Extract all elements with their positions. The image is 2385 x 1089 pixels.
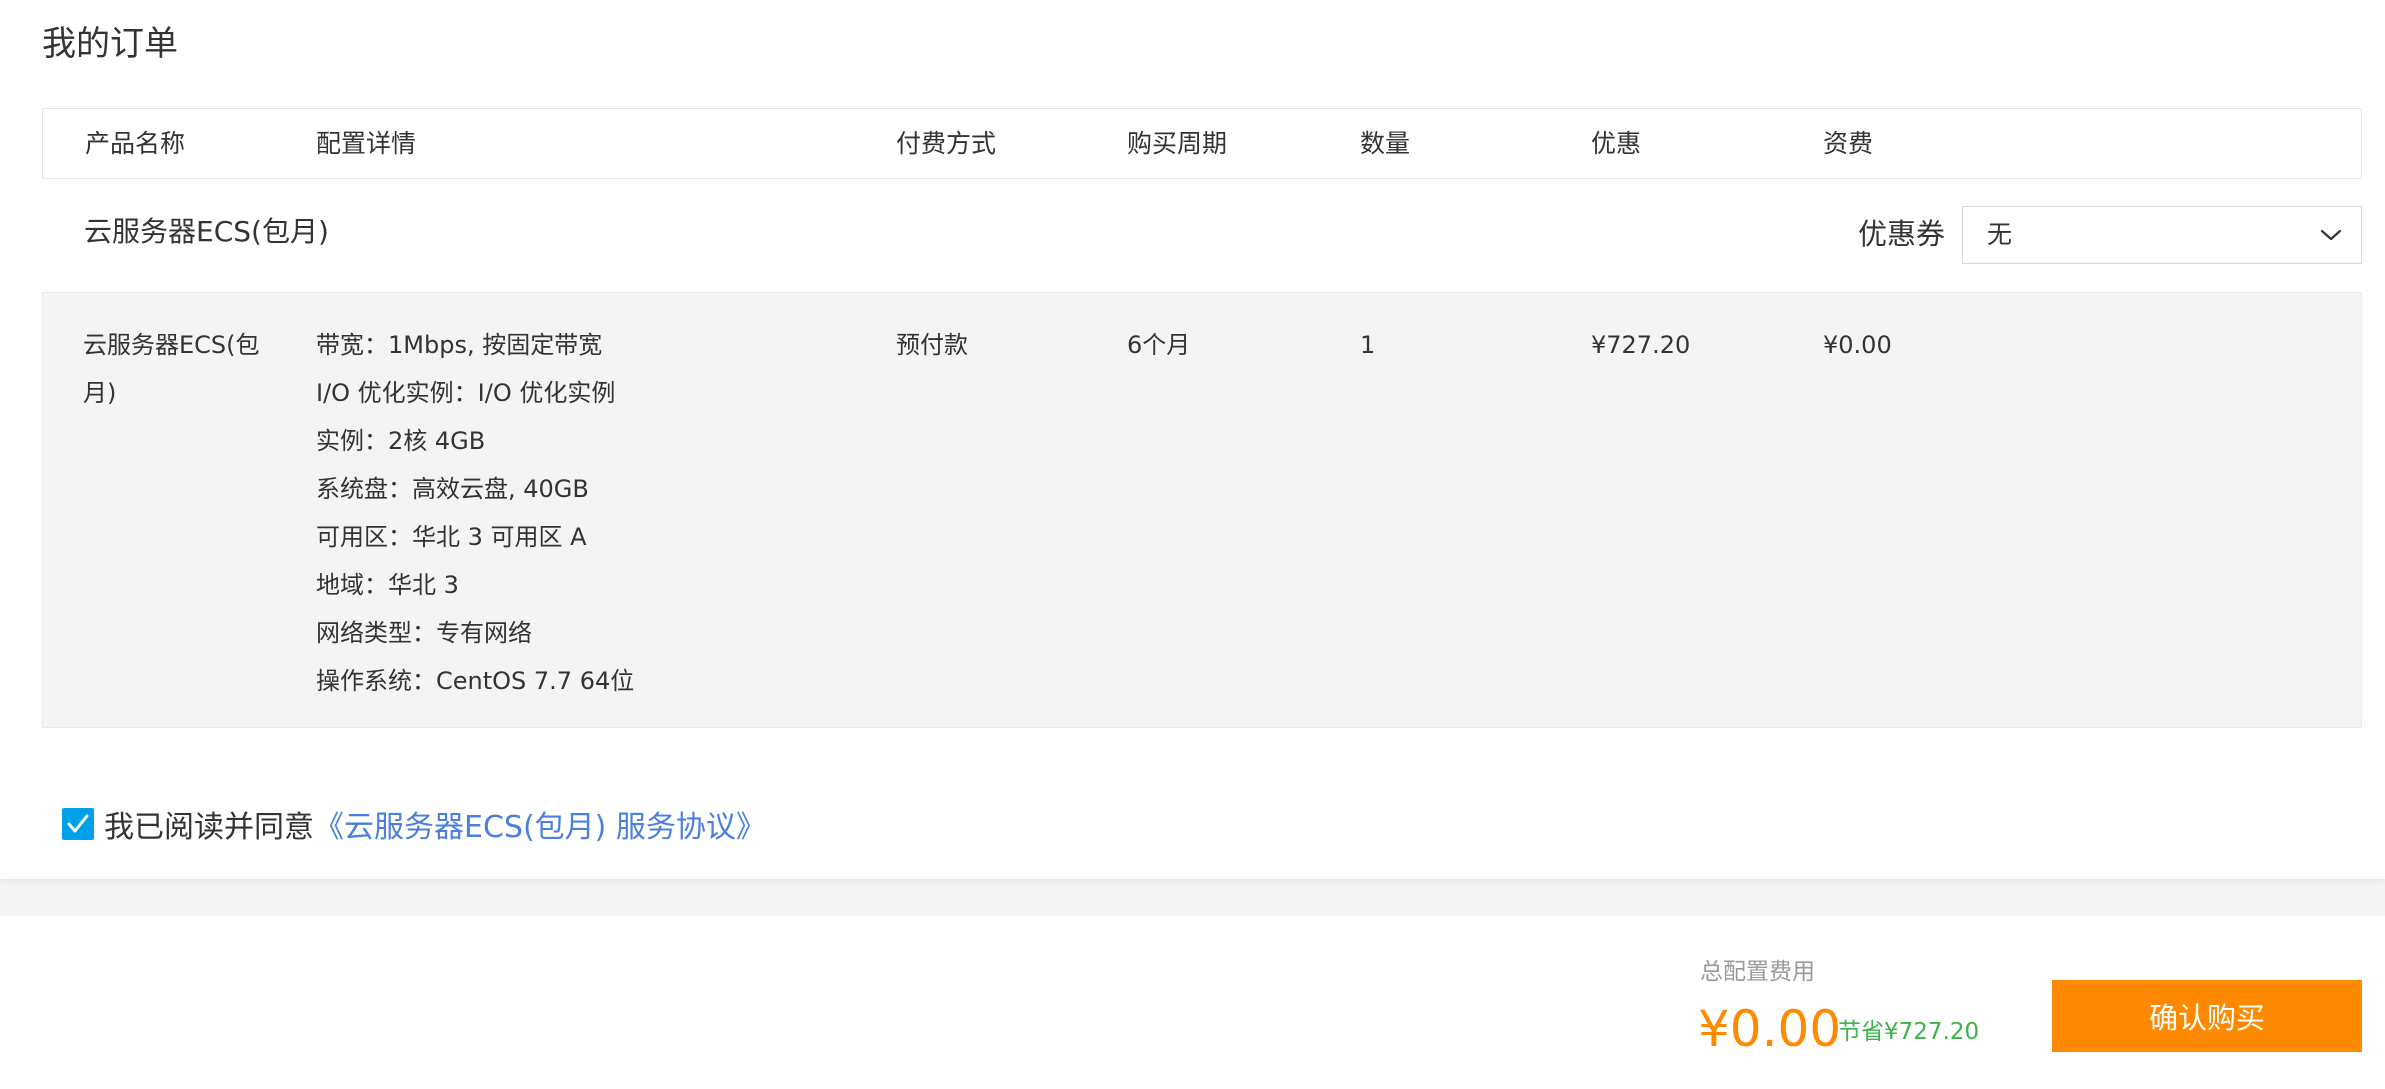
header-payment: 付费方式 <box>896 129 997 158</box>
header-discount: 优惠 <box>1591 129 1642 158</box>
chevron-down-icon <box>2320 229 2342 241</box>
product-group-name: 云服务器ECS(包月) <box>84 215 329 248</box>
total-price: ¥0.00 <box>1698 1000 1842 1058</box>
service-agreement-link[interactable]: 《云服务器ECS(包月) 服务协议》 <box>314 802 766 846</box>
product-group: 云服务器ECS(包月) 优惠券 无 <box>42 196 2362 292</box>
coupon-selected-value: 无 <box>1987 220 2013 249</box>
config-bandwidth: 带宽：1Mbps, 按固定带宽 <box>316 331 603 359</box>
total-label: 总配置费用 <box>1700 959 1815 985</box>
checkout-footer: 总配置费用 ¥0.00 节省¥727.20 确认购买 <box>0 916 2385 1089</box>
config-io-optimized: I/O 优化实例：I/O 优化实例 <box>316 379 616 407</box>
savings-text: 节省¥727.20 <box>1838 1019 1980 1045</box>
config-system-disk: 系统盘：高效云盘, 40GB <box>316 475 589 503</box>
header-product-name: 产品名称 <box>85 129 186 158</box>
config-os: 操作系统：CentOS 7.7 64位 <box>316 667 635 695</box>
row-fee: ¥0.00 <box>1823 331 1892 359</box>
config-network-type: 网络类型：专有网络 <box>316 619 532 647</box>
agreement-text: 我已阅读并同意 <box>104 810 314 845</box>
row-period: 6个月 <box>1127 331 1191 359</box>
order-card: 我的订单 产品名称 配置详情 付费方式 购买周期 数量 优惠 资费 云服务器EC… <box>0 0 2385 879</box>
config-instance: 实例：2核 4GB <box>316 427 486 455</box>
row-product-name: 云服务器ECS(包月) <box>83 331 260 407</box>
table-row: 云服务器ECS(包月) 带宽：1Mbps, 按固定带宽 I/O 优化实例：I/O… <box>42 292 2362 728</box>
page-title: 我的订单 <box>42 24 178 64</box>
row-payment: 预付款 <box>896 331 968 359</box>
confirm-purchase-button[interactable]: 确认购买 <box>2052 980 2362 1052</box>
coupon-label: 优惠券 <box>1858 217 1946 251</box>
row-config-details: 带宽：1Mbps, 按固定带宽 I/O 优化实例：I/O 优化实例 实例：2核 … <box>316 321 634 705</box>
header-config: 配置详情 <box>316 129 417 158</box>
checkmark-icon <box>67 814 89 833</box>
header-quantity: 数量 <box>1360 129 1411 158</box>
config-region: 地域：华北 3 <box>316 571 459 599</box>
coupon-select[interactable]: 无 <box>1962 206 2362 264</box>
row-discount: ¥727.20 <box>1591 331 1691 359</box>
agreement: 我已阅读并同意 《云服务器ECS(包月) 服务协议》 <box>62 800 766 848</box>
row-quantity: 1 <box>1360 331 1376 359</box>
config-availability-zone: 可用区：华北 3 可用区 A <box>316 523 587 551</box>
table-header: 产品名称 配置详情 付费方式 购买周期 数量 优惠 资费 <box>42 108 2362 179</box>
header-fee: 资费 <box>1823 129 1874 158</box>
header-period: 购买周期 <box>1127 129 1228 158</box>
agreement-checkbox[interactable] <box>62 808 94 840</box>
